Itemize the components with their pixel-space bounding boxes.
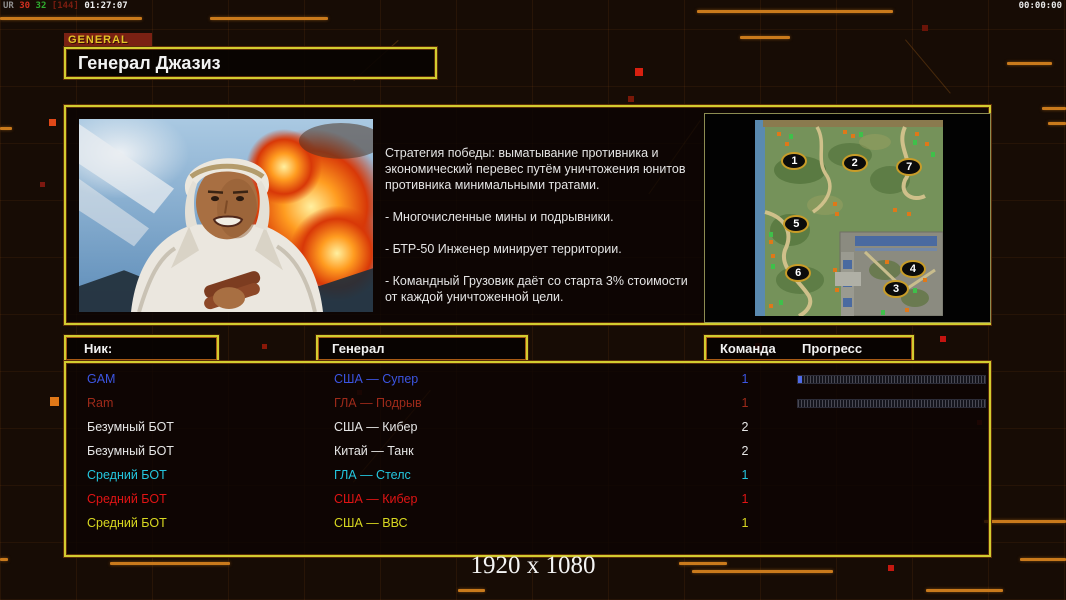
portrait-image xyxy=(79,119,373,312)
tab-general[interactable]: GENERAL xyxy=(64,33,152,48)
player-nick: GAM xyxy=(87,372,116,386)
minimap xyxy=(755,120,943,316)
player-rows: GAM США — Супер 1 Ram ГЛА — Подрыв 1 Безумный … xyxy=(66,367,989,535)
table-row[interactable]: Средний БОТ США — Кибер 1 xyxy=(66,487,989,511)
decor-segment xyxy=(0,17,142,20)
player-team: 1 xyxy=(741,492,749,506)
decor-segment xyxy=(458,589,485,592)
table-row[interactable]: Средний БОТ ГЛА — Стелс 1 xyxy=(66,463,989,487)
column-header-team-progress: Команда Прогресс xyxy=(704,335,914,362)
table-row[interactable]: Безумный БОТ Китай — Танк 2 xyxy=(66,439,989,463)
player-nick: Средний БОТ xyxy=(87,516,167,530)
general-header-label: Генерал xyxy=(332,341,385,356)
status-label: UR xyxy=(3,1,14,11)
player-general: США — Кибер xyxy=(334,420,418,434)
player-nick: Безумный БОТ xyxy=(87,444,174,458)
strategy-summary: Стратегия победы: выматывание противника… xyxy=(385,146,686,192)
decor-square xyxy=(50,397,59,406)
player-general: ГЛА — Подрыв xyxy=(334,396,422,410)
decor-line xyxy=(905,39,951,94)
game-timer: 00:00:00 xyxy=(1018,1,1062,11)
column-header-nick: Ник: xyxy=(64,335,219,362)
progress-bar xyxy=(797,399,986,408)
team-header-label: Команда xyxy=(720,341,776,356)
decor-square xyxy=(635,68,643,76)
game-lobby-screen: UR 30 32 [144] 01:27:07 00:00:00 GENERAL… xyxy=(0,0,1066,600)
players-table: GAM США — Супер 1 Ram ГЛА — Подрыв 1 Безумный … xyxy=(64,361,991,557)
table-row[interactable]: Безумный БОТ США — Кибер 2 xyxy=(66,415,989,439)
decor-square xyxy=(49,119,56,126)
player-team: 1 xyxy=(741,372,749,386)
map-marker: 5 xyxy=(783,214,810,233)
map-marker: 2 xyxy=(841,154,868,173)
decor-square xyxy=(940,336,946,342)
general-title-box: Генерал Джазиз xyxy=(64,47,437,79)
player-nick: Безумный БОТ xyxy=(87,420,174,434)
player-general: США — Супер xyxy=(334,372,419,386)
elapsed-timer: 01:27:07 xyxy=(84,1,128,11)
decor-segment xyxy=(1007,62,1052,65)
decor-segment xyxy=(1042,107,1066,110)
decor-square xyxy=(40,182,45,187)
fps-readout: UR 30 32 [144] 01:27:07 xyxy=(3,0,128,13)
resolution-label: 1920 x 1080 xyxy=(470,552,596,579)
map-marker: 6 xyxy=(785,263,812,282)
strategy-text: Стратегия победы: выматывание противника… xyxy=(385,145,699,321)
status-bar: UR 30 32 [144] 01:27:07 00:00:00 xyxy=(0,0,1066,13)
decor-segment xyxy=(740,36,790,39)
player-team: 1 xyxy=(741,396,749,410)
decor-segment xyxy=(984,520,1066,523)
decor-segment xyxy=(210,17,328,20)
strategy-point-1: - Многочисленные мины и подрывники. xyxy=(385,210,614,224)
decor-square xyxy=(262,344,267,349)
general-portrait xyxy=(79,119,373,312)
player-team: 2 xyxy=(741,420,749,434)
player-team: 1 xyxy=(741,468,749,482)
progress-header-label: Прогресс xyxy=(802,341,863,356)
table-row[interactable]: Ram ГЛА — Подрыв 1 xyxy=(66,391,989,415)
decor-segment xyxy=(926,589,1003,592)
player-general: ГЛА — Стелс xyxy=(334,468,411,482)
table-row[interactable]: GAM США — Супер 1 xyxy=(66,367,989,391)
status-value-2: 32 xyxy=(35,1,47,11)
map-preview-box: 1275643 xyxy=(704,113,991,323)
briefing-panel: Стратегия победы: выматывание противника… xyxy=(64,105,991,325)
strategy-point-3: - Командный Грузовик даёт со старта 3% с… xyxy=(385,274,688,304)
player-general: США — ВВС xyxy=(334,516,408,530)
player-nick: Ram xyxy=(87,396,114,410)
page-title: Генерал Джазиз xyxy=(78,53,221,73)
column-header-general: Генерал xyxy=(316,335,528,362)
nick-header-label: Ник: xyxy=(84,341,113,356)
table-row[interactable]: Средний БОТ США — ВВС 1 xyxy=(66,511,989,535)
player-general: США — Кибер xyxy=(334,492,418,506)
player-nick: Средний БОТ xyxy=(87,492,167,506)
decor-segment xyxy=(1048,122,1066,125)
status-value-1: 30 xyxy=(19,1,31,11)
decor-square xyxy=(628,96,634,102)
player-team: 1 xyxy=(741,516,749,530)
status-value-3: [144] xyxy=(51,1,79,11)
decor-segment xyxy=(0,127,12,130)
player-team: 2 xyxy=(741,444,749,458)
map-marker: 3 xyxy=(883,279,909,298)
decor-square xyxy=(922,25,928,31)
map-image: 1275643 xyxy=(755,120,943,316)
progress-bar xyxy=(797,375,986,384)
strategy-point-2: - БТР-50 Инженер минирует территории. xyxy=(385,242,622,256)
player-nick: Средний БОТ xyxy=(87,468,167,482)
map-marker: 4 xyxy=(899,259,926,278)
player-general: Китай — Танк xyxy=(334,444,414,458)
